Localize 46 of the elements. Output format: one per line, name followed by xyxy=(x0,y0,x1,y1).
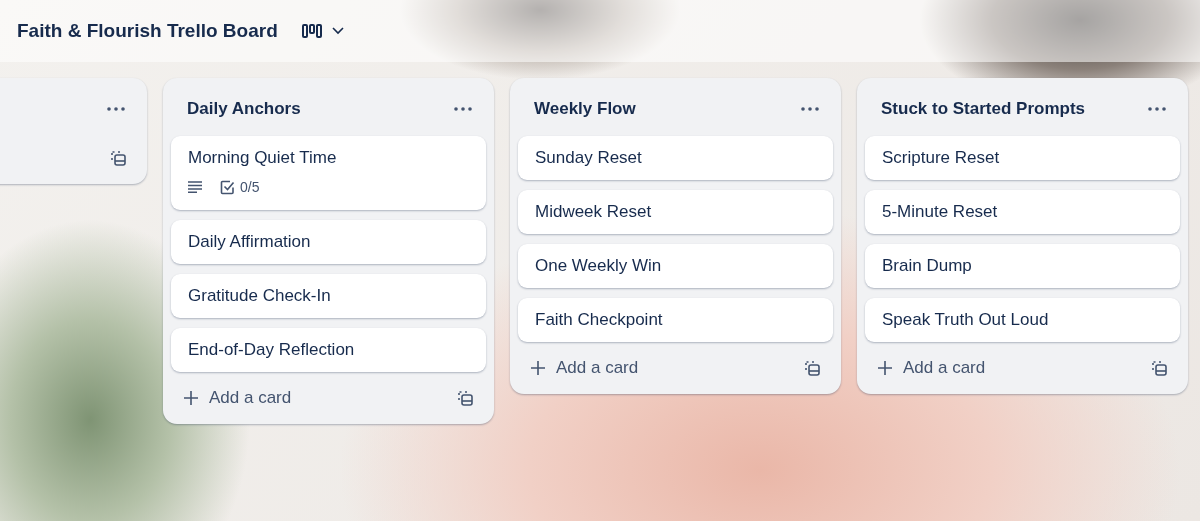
plus-icon xyxy=(530,360,546,376)
card-title: Faith Checkpoint xyxy=(535,310,664,330)
card-title: End-of-Day Reflection xyxy=(188,340,356,360)
card[interactable]: Scripture Reset xyxy=(865,136,1180,180)
card-title: Morning Quiet Time xyxy=(188,148,338,168)
template-icon[interactable] xyxy=(456,389,474,407)
add-card-button[interactable]: Add a card xyxy=(530,358,639,378)
card-title: One Weekly Win xyxy=(535,256,663,276)
board-view-icon xyxy=(301,23,322,39)
card-title: Speak Truth Out Loud xyxy=(882,310,1050,330)
card-title: 5-Minute Reset xyxy=(882,202,999,222)
add-card-button[interactable]: Add a card xyxy=(183,388,292,408)
card[interactable]: 5-Minute Reset xyxy=(865,190,1180,234)
checklist-count: 0/5 xyxy=(240,179,260,195)
card[interactable]: Faith Checkpoint xyxy=(518,298,833,342)
card[interactable]: Daily Affirmation xyxy=(171,220,486,264)
card[interactable]: Morning Quiet Time 0/5 xyxy=(171,136,486,210)
more-icon xyxy=(454,107,472,111)
plus-icon xyxy=(877,360,893,376)
board-title: Faith & Flourish Trello Board xyxy=(17,20,278,42)
template-icon[interactable] xyxy=(1150,359,1168,377)
template-icon[interactable] xyxy=(803,359,821,377)
list-title: Weekly Flow xyxy=(534,99,636,119)
card-title: Daily Affirmation xyxy=(188,232,312,252)
card[interactable]: Sunday Reset xyxy=(518,136,833,180)
list-title: Stuck to Started Prompts xyxy=(881,99,1086,119)
card-title: Brain Dump xyxy=(882,256,973,276)
card-title: Sunday Reset xyxy=(535,148,643,168)
list-title: Daily Anchors xyxy=(187,99,301,119)
card-title: Midweek Reset xyxy=(535,202,653,222)
add-card-button[interactable]: Add a card xyxy=(877,358,986,378)
card[interactable]: Brain Dump xyxy=(865,244,1180,288)
more-icon xyxy=(1148,107,1166,111)
card[interactable]: Gratitude Check-In xyxy=(171,274,486,318)
card[interactable]: One Weekly Win xyxy=(518,244,833,288)
card[interactable]: Speak Truth Out Loud xyxy=(865,298,1180,342)
plus-icon xyxy=(183,390,199,406)
checklist-icon xyxy=(220,179,235,195)
card-title: Scripture Reset xyxy=(882,148,1001,168)
chevron-down-icon xyxy=(331,27,344,35)
more-icon xyxy=(107,107,125,111)
more-icon xyxy=(801,107,819,111)
card[interactable]: Midweek Reset xyxy=(518,190,833,234)
card-title: Gratitude Check-In xyxy=(188,286,332,306)
template-icon[interactable] xyxy=(109,149,127,167)
card[interactable]: End-of-Day Reflection xyxy=(171,328,486,372)
